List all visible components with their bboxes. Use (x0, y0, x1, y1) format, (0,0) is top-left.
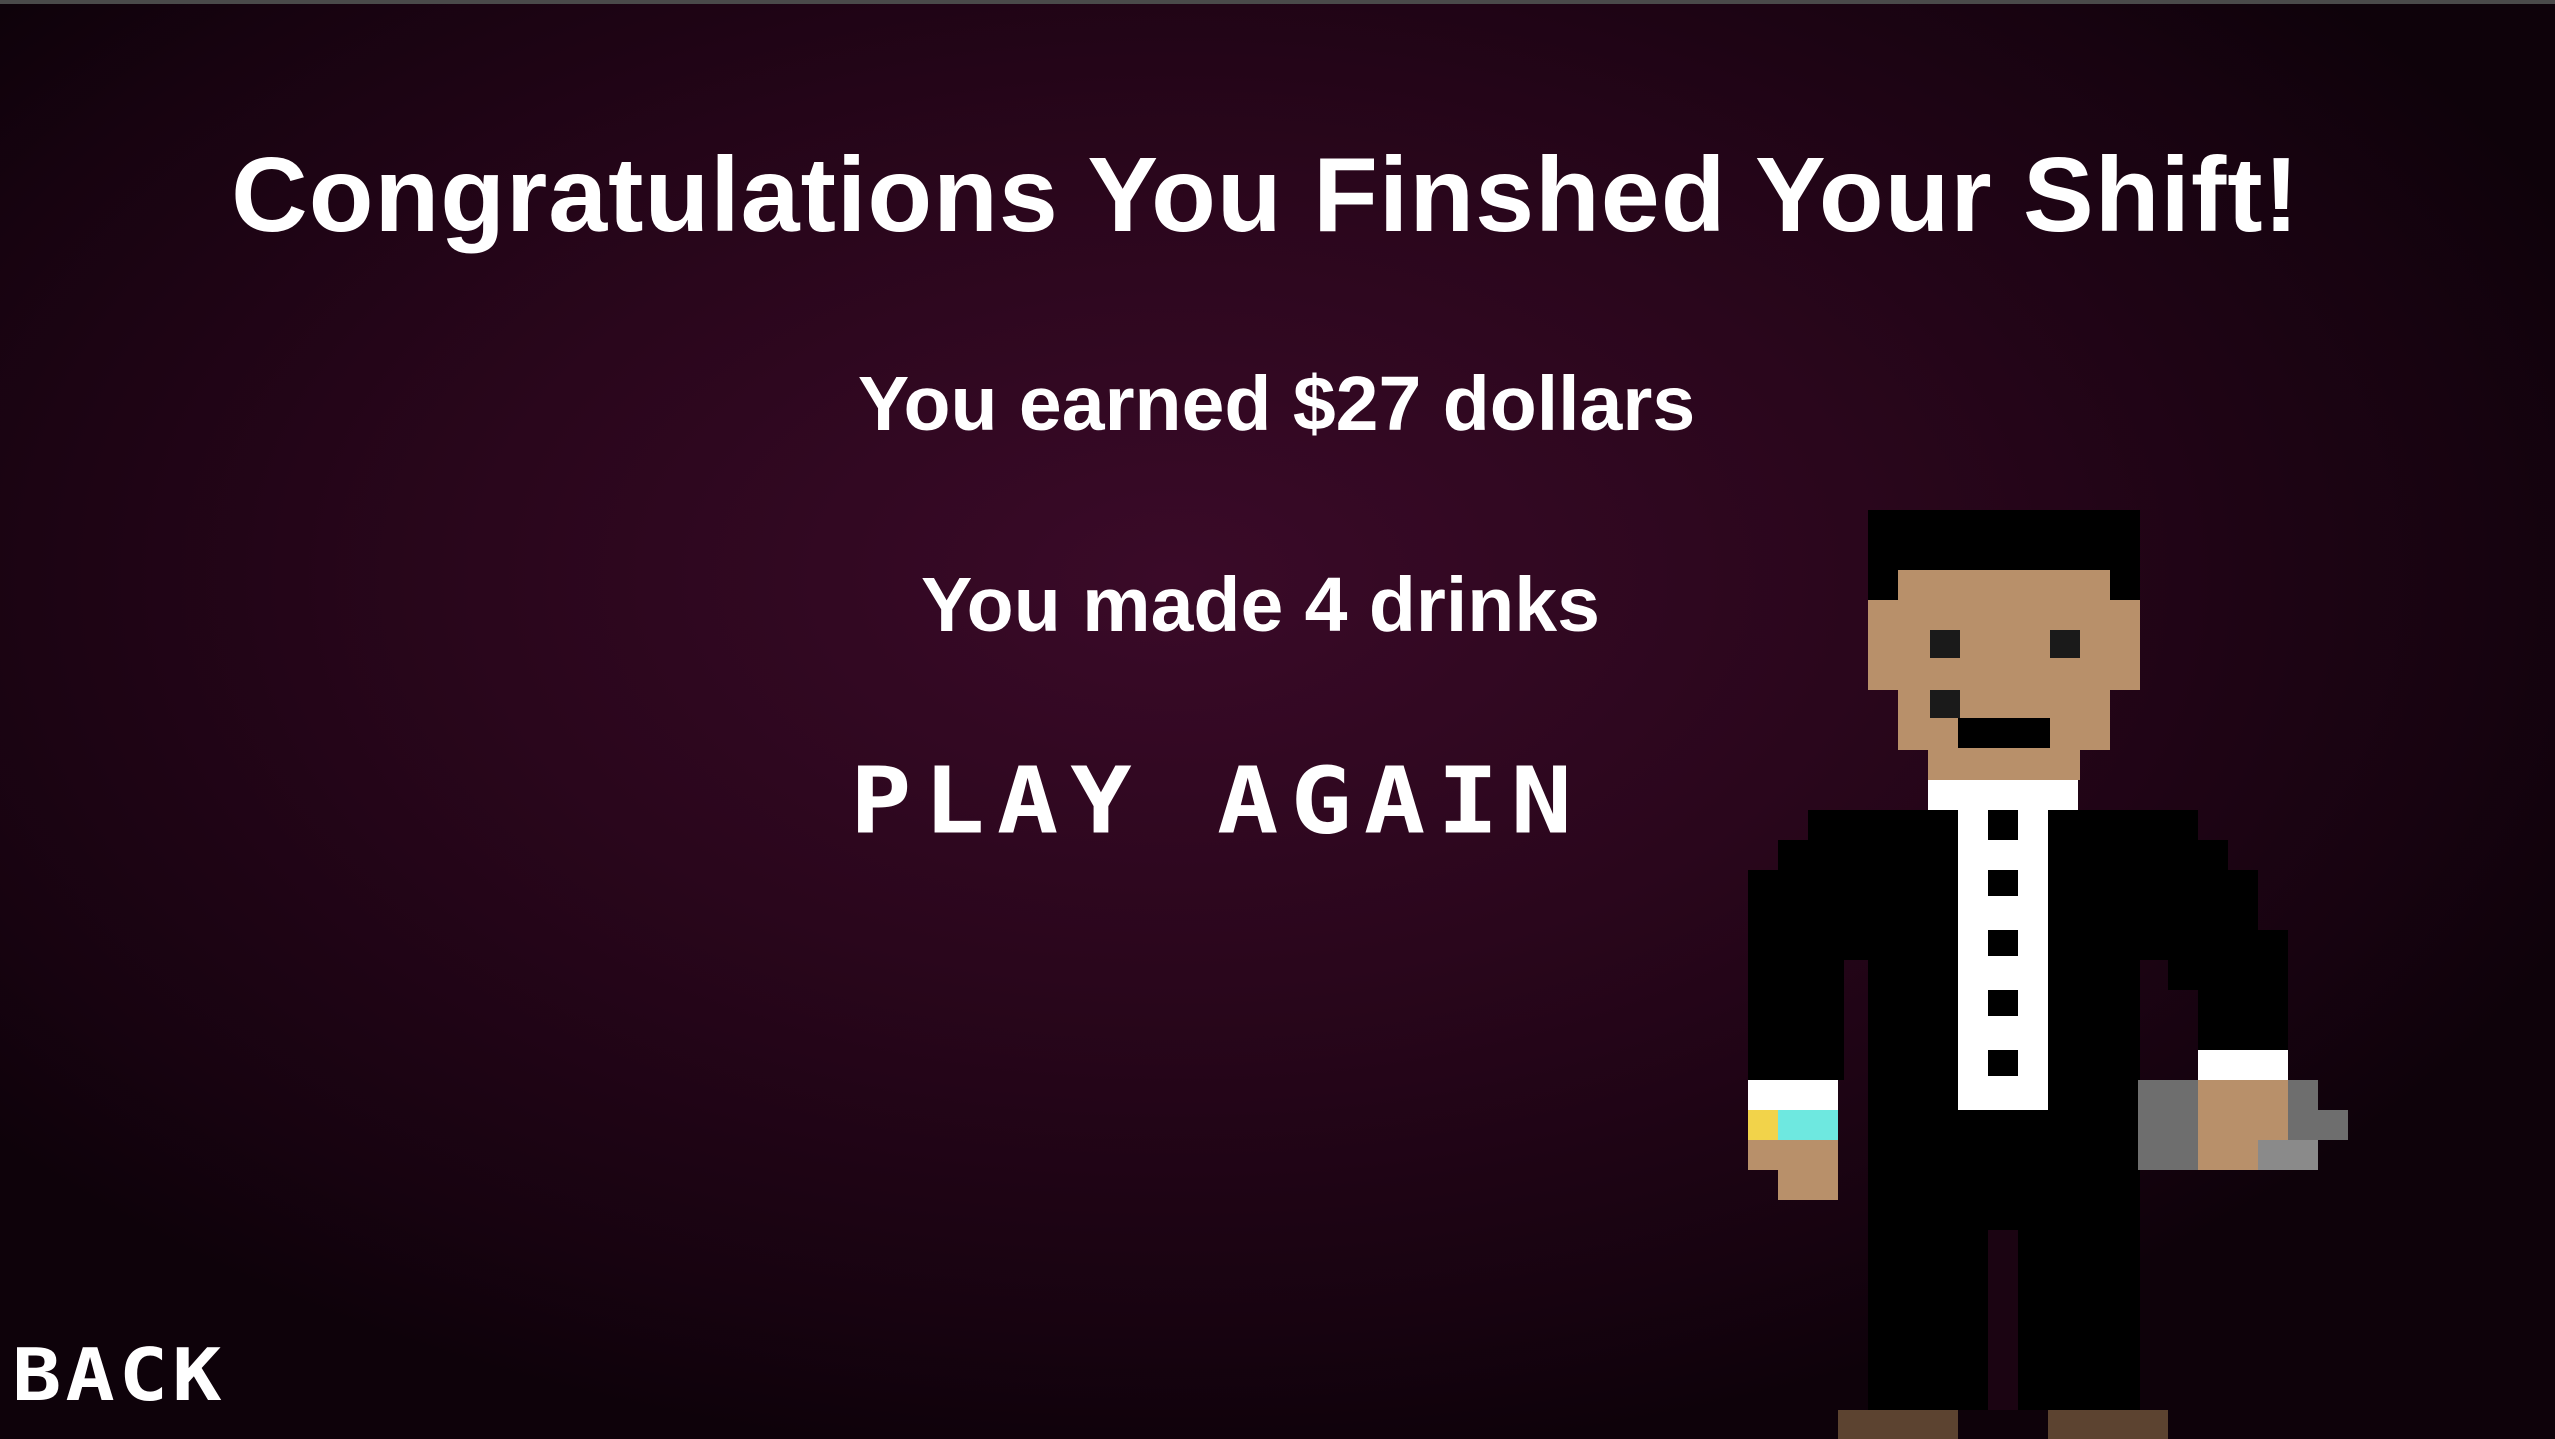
play-again-button[interactable]: PLAY AGAIN (850, 756, 1584, 848)
end-of-shift-screen: Congratulations You Finshed Your Shift! … (0, 0, 2555, 1439)
bartender-sprite-icon (1748, 510, 2348, 1439)
back-button[interactable]: BACK (12, 1340, 225, 1412)
earnings-text: You earned $27 dollars (857, 361, 1696, 447)
headline: Congratulations You Finshed Your Shift! (231, 136, 2300, 254)
